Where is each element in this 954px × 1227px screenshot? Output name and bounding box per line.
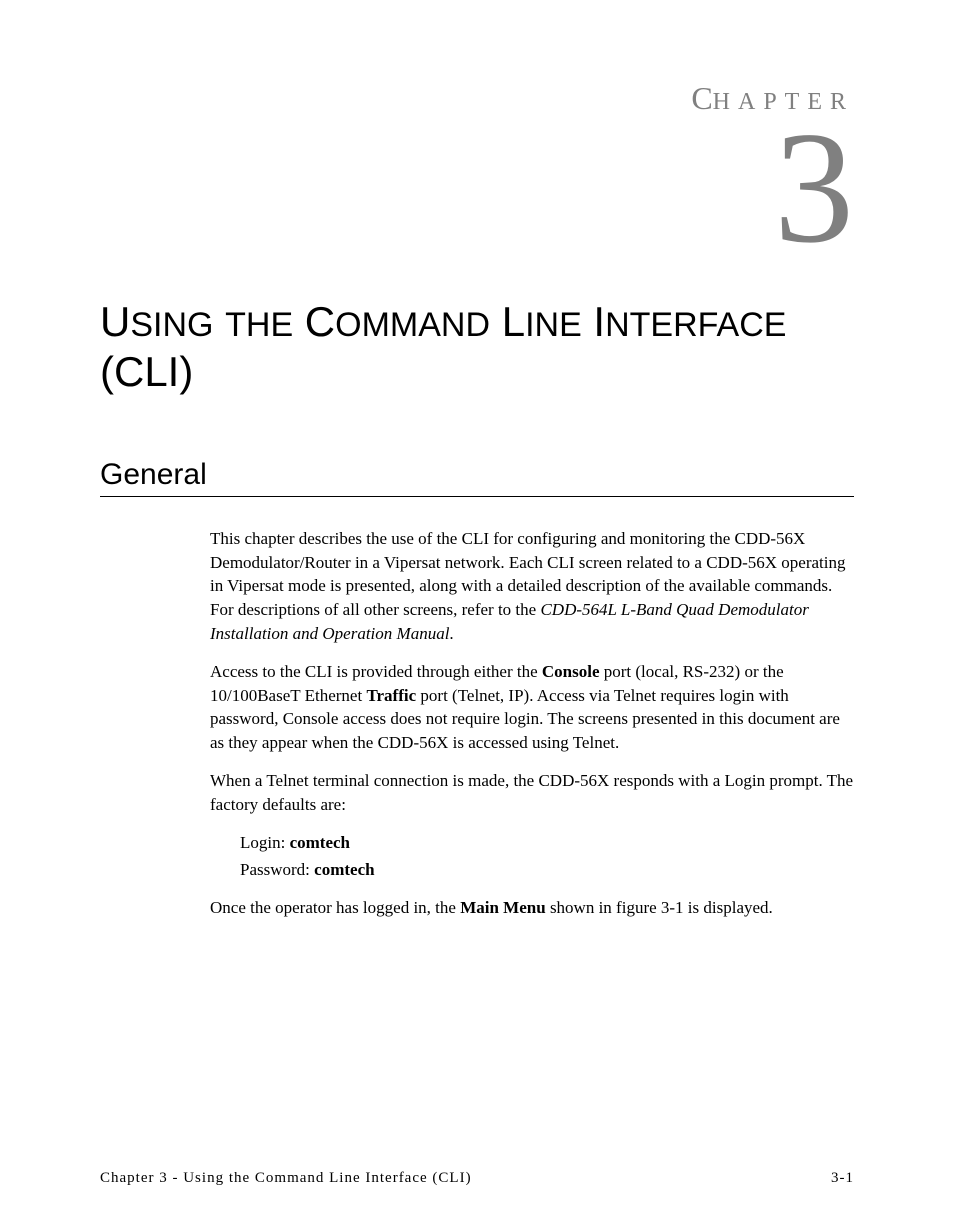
login-value: comtech bbox=[290, 833, 350, 852]
para4-b: shown in figure 3-1 is displayed. bbox=[546, 898, 773, 917]
paragraph-1: This chapter describes the use of the CL… bbox=[210, 527, 854, 646]
title-caps: L bbox=[490, 298, 525, 345]
login-line: Login: comtech bbox=[240, 831, 854, 855]
title-line2: (CLI) bbox=[100, 348, 193, 395]
title-smallcaps: NTERFACE bbox=[605, 306, 786, 344]
para1-end: . bbox=[449, 624, 453, 643]
title-caps: U bbox=[100, 298, 130, 345]
para2-bold2: Traffic bbox=[366, 686, 416, 705]
para4-a: Once the operator has logged in, the bbox=[210, 898, 460, 917]
para2-a: Access to the CLI is provided through ei… bbox=[210, 662, 542, 681]
chapter-number: 3 bbox=[100, 107, 854, 267]
footer-right: 3-1 bbox=[831, 1170, 854, 1187]
chapter-title: USING THE COMMAND LINE INTERFACE (CLI) bbox=[100, 297, 854, 398]
password-line: Password: comtech bbox=[240, 858, 854, 882]
para2-bold1: Console bbox=[542, 662, 600, 681]
title-smallcaps: SING bbox=[130, 306, 213, 344]
title-smallcaps: INE bbox=[525, 306, 582, 344]
title-smallcaps: OMMAND bbox=[335, 306, 490, 344]
paragraph-2: Access to the CLI is provided through ei… bbox=[210, 660, 854, 755]
password-value: comtech bbox=[314, 860, 374, 879]
para4-bold: Main Menu bbox=[460, 898, 545, 917]
title-smallcaps: THE bbox=[225, 306, 293, 344]
footer-left: Chapter 3 - Using the Command Line Inter… bbox=[100, 1170, 472, 1187]
paragraph-4: Once the operator has logged in, the Mai… bbox=[210, 896, 854, 920]
password-label: Password: bbox=[240, 860, 314, 879]
login-label: Login: bbox=[240, 833, 290, 852]
body-content: This chapter describes the use of the CL… bbox=[210, 527, 854, 920]
title-caps: C bbox=[293, 298, 335, 345]
paragraph-3: When a Telnet terminal connection is mad… bbox=[210, 769, 854, 817]
page-footer: Chapter 3 - Using the Command Line Inter… bbox=[100, 1170, 854, 1187]
chapter-label-initial: C bbox=[691, 80, 712, 116]
section-heading-general: General bbox=[100, 458, 854, 497]
title-space bbox=[213, 298, 225, 345]
login-block: Login: comtech Password: comtech bbox=[240, 831, 854, 883]
title-caps: I bbox=[582, 298, 605, 345]
